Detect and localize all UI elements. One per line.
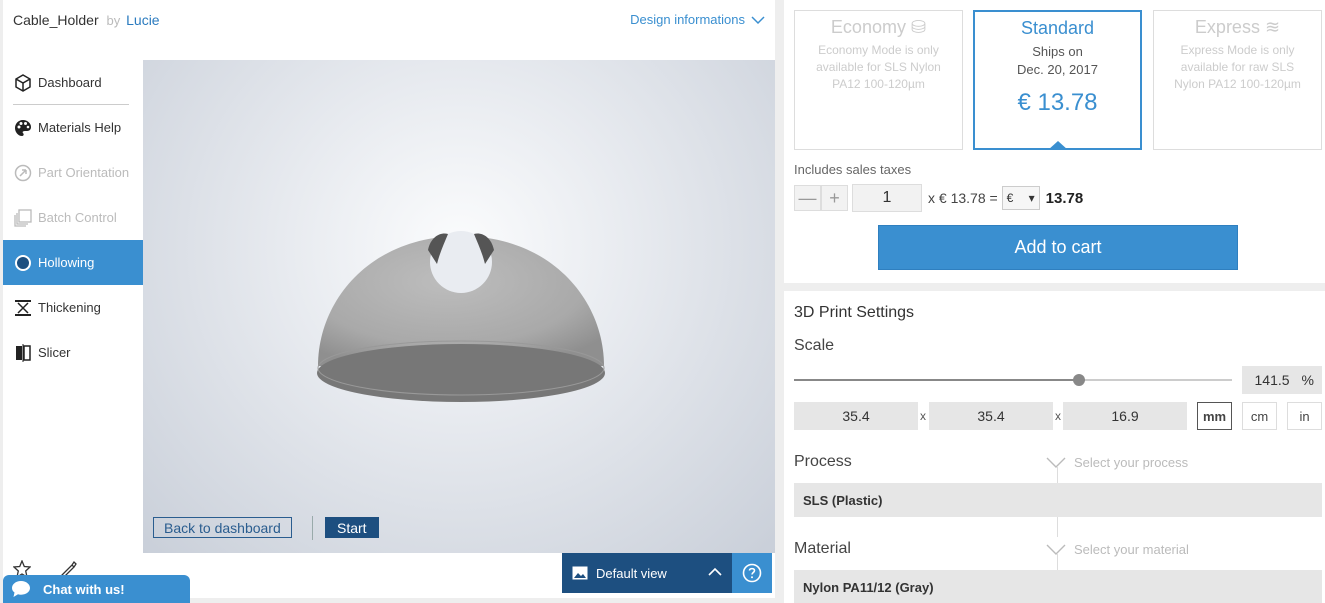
chevron-down-icon: [1046, 457, 1066, 468]
cube-icon: [13, 73, 33, 93]
scale-label: Scale: [794, 337, 835, 354]
sidebar-item-slicer[interactable]: Slicer: [3, 330, 143, 375]
by-label: by: [106, 13, 121, 28]
design-panel: Cable_Holder by Lucie Design information…: [3, 0, 775, 598]
print-settings-panel: 3D Print Settings Scale 141.5 % 35.4 x 3…: [784, 291, 1325, 603]
mode-express-title: Express ≋: [1194, 17, 1281, 37]
mode-economy-title: Economy ⛁: [830, 17, 927, 37]
mode-express-desc: Express Mode is only available for raw S…: [1174, 43, 1301, 91]
unit-in-button[interactable]: in: [1287, 402, 1322, 430]
image-icon: [572, 566, 588, 580]
scale-slider-fill: [794, 379, 1079, 381]
scale-slider[interactable]: [794, 374, 1232, 386]
print-settings-title: 3D Print Settings: [794, 304, 915, 321]
hollow-circle-icon: [13, 253, 33, 273]
selected-notch: [1048, 141, 1068, 150]
mode-standard-ships: Ships on Dec. 20, 2017: [1017, 44, 1098, 77]
tool-sidebar: Dashboard Materials Help Part Orientatio…: [3, 60, 143, 375]
unit-cm-button[interactable]: cm: [1242, 402, 1277, 430]
sidebar-item-hollowing[interactable]: Hollowing: [3, 240, 143, 285]
question-icon: [742, 563, 762, 583]
dimension-z-input[interactable]: 16.9: [1063, 402, 1187, 430]
help-button[interactable]: [732, 553, 772, 593]
sidebar-item-label: Slicer: [38, 345, 71, 360]
start-button[interactable]: Start: [325, 517, 379, 538]
divider: [1057, 517, 1058, 537]
3d-viewer[interactable]: Back to dashboard Start: [143, 60, 775, 553]
pricing-panel: Economy ⛁ Economy Mode is only available…: [784, 0, 1325, 283]
sidebar-item-part-orientation[interactable]: Part Orientation: [3, 150, 143, 195]
sidebar-item-label: Part Orientation: [38, 165, 130, 180]
times-sign: x: [1055, 409, 1061, 423]
chat-widget-button[interactable]: Chat with us!: [3, 575, 190, 603]
divider: [312, 516, 313, 540]
scale-value-field[interactable]: 141.5 %: [1242, 366, 1322, 394]
unit-price-text: x € 13.78 =: [928, 190, 998, 206]
divider: [1057, 467, 1058, 483]
increment-button[interactable]: +: [821, 185, 848, 211]
decrement-button[interactable]: —: [794, 185, 821, 211]
default-view-button[interactable]: Default view: [562, 553, 732, 593]
mode-standard-card[interactable]: Standard Ships on Dec. 20, 2017 € 13.78: [973, 10, 1142, 150]
currency-select[interactable]: € ▾: [1001, 186, 1040, 210]
3d-model[interactable]: [311, 230, 611, 410]
mode-economy-desc: Economy Mode is only available for SLS N…: [816, 43, 941, 91]
percent-label: %: [1301, 372, 1314, 388]
fast-icon: ≋: [1264, 17, 1281, 37]
design-informations-label: Design informations: [630, 12, 745, 27]
palette-icon: [13, 118, 33, 138]
sidebar-item-thickening[interactable]: Thickening: [3, 285, 143, 330]
money-icon: ⛁: [910, 17, 927, 37]
mode-express-card: Express ≋ Express Mode is only available…: [1153, 10, 1322, 150]
caret-down-icon: ▾: [1028, 191, 1035, 205]
mode-standard-title: Standard: [1020, 18, 1095, 38]
back-to-dashboard-button[interactable]: Back to dashboard: [153, 517, 292, 538]
mode-economy-card: Economy ⛁ Economy Mode is only available…: [794, 10, 963, 150]
sidebar-item-dashboard[interactable]: Dashboard: [3, 60, 143, 105]
sidebar-item-batch-control[interactable]: Batch Control: [3, 195, 143, 240]
material-hint[interactable]: Select your material: [1046, 542, 1189, 557]
slicer-icon: [13, 343, 33, 363]
chat-label: Chat with us!: [43, 581, 125, 597]
sidebar-item-label: Thickening: [38, 300, 101, 315]
material-value[interactable]: Nylon PA11/12 (Gray): [794, 570, 1322, 603]
batch-icon: [13, 208, 33, 228]
author-link[interactable]: Lucie: [126, 12, 159, 28]
dimension-y-input[interactable]: 35.4: [929, 402, 1053, 430]
mode-standard-price: € 13.78: [1017, 89, 1098, 116]
add-to-cart-button[interactable]: Add to cart: [878, 225, 1238, 270]
chevron-down-icon: [751, 15, 765, 24]
sidebar-item-materials-help[interactable]: Materials Help: [3, 105, 143, 150]
tax-note: Includes sales taxes: [794, 162, 912, 177]
sidebar-item-label: Dashboard: [38, 75, 102, 90]
dimension-x-input[interactable]: 35.4: [794, 402, 918, 430]
total-price: 13.78: [1045, 189, 1084, 207]
scale-slider-handle[interactable]: [1072, 374, 1085, 386]
sidebar-item-label: Hollowing: [38, 255, 95, 270]
thickening-icon: [13, 298, 33, 318]
divider: [1057, 554, 1058, 570]
process-label: Process: [794, 453, 852, 470]
chevron-down-icon: [1046, 544, 1066, 555]
orientation-icon: [13, 163, 33, 183]
design-informations-toggle[interactable]: Design informations: [630, 12, 765, 27]
process-value[interactable]: SLS (Plastic): [794, 483, 1322, 517]
quantity-input[interactable]: [852, 184, 922, 212]
project-name: Cable_Holder: [13, 12, 99, 28]
sidebar-item-label: Materials Help: [38, 120, 122, 135]
material-label: Material: [794, 540, 851, 557]
default-view-label: Default view: [596, 565, 667, 581]
sidebar-item-label: Batch Control: [38, 210, 117, 225]
process-hint[interactable]: Select your process: [1046, 455, 1188, 470]
chat-bubble-icon: [12, 581, 30, 597]
times-sign: x: [920, 409, 926, 423]
quantity-row: — + x € 13.78 = € ▾ 13.78: [794, 184, 1083, 212]
unit-mm-button[interactable]: mm: [1197, 402, 1232, 430]
chevron-up-icon[interactable]: [708, 567, 722, 577]
project-title: Cable_Holder by Lucie: [13, 12, 160, 28]
